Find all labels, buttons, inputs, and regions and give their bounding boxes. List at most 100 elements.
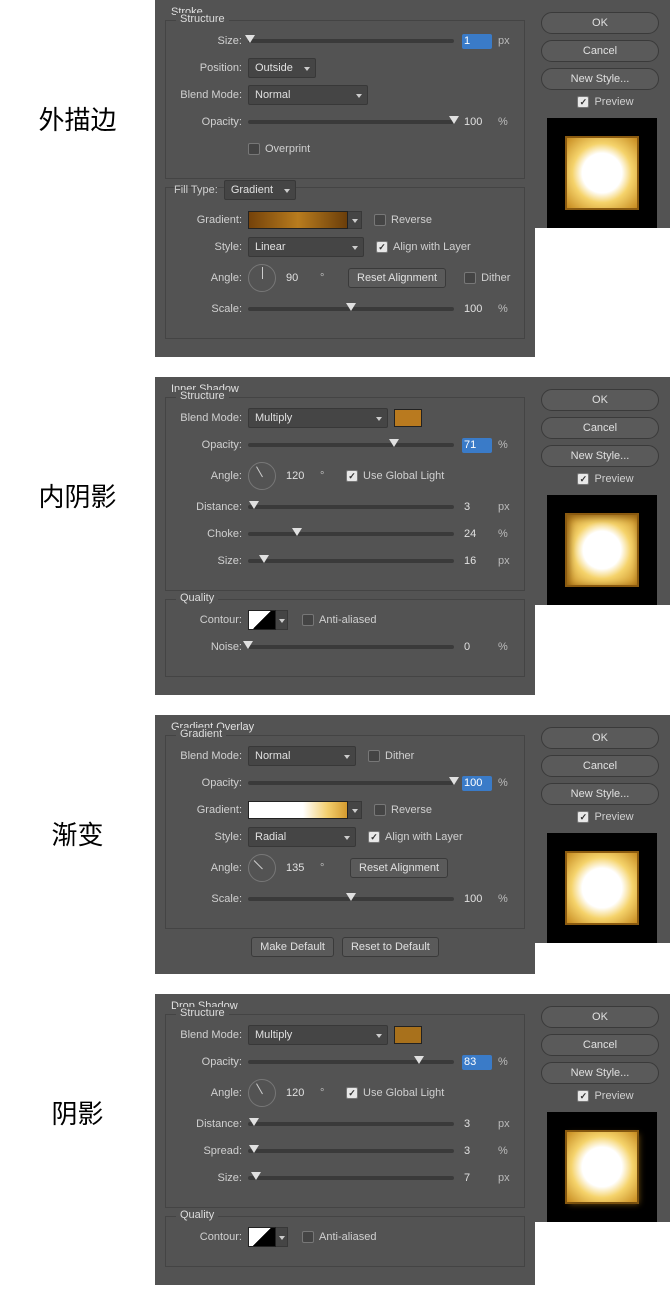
preview-checkbox[interactable] <box>577 1090 589 1102</box>
angle-dial[interactable] <box>248 854 276 882</box>
reverse-checkbox[interactable] <box>374 804 386 816</box>
make-default-button[interactable]: Make Default <box>251 937 334 957</box>
preview-checkbox[interactable] <box>577 473 589 485</box>
dither-checkbox[interactable] <box>368 750 380 762</box>
size-field[interactable]: 7 <box>462 1171 492 1186</box>
new-style-button[interactable]: New Style... <box>541 445 659 467</box>
new-style-button[interactable]: New Style... <box>541 68 659 90</box>
choke-slider[interactable] <box>248 532 454 536</box>
opacity-slider[interactable] <box>248 781 454 785</box>
opacity-field[interactable]: 100 <box>462 115 492 130</box>
opacity-slider[interactable] <box>248 1060 454 1064</box>
opacity-field[interactable]: 83 <box>462 1055 492 1070</box>
opacity-slider[interactable] <box>248 443 454 447</box>
blend-select[interactable]: Normal <box>248 746 356 766</box>
opacity-field[interactable]: 100 <box>462 776 492 791</box>
align-checkbox[interactable] <box>376 241 388 253</box>
angle-field[interactable]: 120 <box>284 469 314 484</box>
inner-shadow-panel: Inner Shadow Structure Blend Mode: Multi… <box>155 377 535 695</box>
style-select[interactable]: Radial <box>248 827 356 847</box>
new-style-button[interactable]: New Style... <box>541 1062 659 1084</box>
angle-field[interactable]: 90 <box>284 271 314 286</box>
gradient-swatch[interactable] <box>248 801 348 819</box>
cancel-button[interactable]: Cancel <box>541 417 659 439</box>
reset-default-button[interactable]: Reset to Default <box>342 937 439 957</box>
preview-label: Preview <box>594 811 633 823</box>
global-light-checkbox[interactable] <box>346 470 358 482</box>
reset-align-button[interactable]: Reset Alignment <box>348 268 446 288</box>
size-field[interactable]: 1 <box>462 34 492 49</box>
gradient-dropdown[interactable] <box>348 801 362 819</box>
angle-dial[interactable] <box>248 264 276 292</box>
angle-field[interactable]: 135 <box>284 861 314 876</box>
gradient-swatch[interactable] <box>248 211 348 229</box>
filltype-select[interactable]: Gradient <box>224 180 296 200</box>
ok-button[interactable]: OK <box>541 1006 659 1028</box>
opacity-label: Opacity: <box>174 777 248 789</box>
spread-field[interactable]: 3 <box>462 1144 492 1159</box>
scale-field[interactable]: 100 <box>462 302 492 317</box>
reset-align-button[interactable]: Reset Alignment <box>350 858 448 878</box>
color-swatch[interactable] <box>394 409 422 427</box>
new-style-button[interactable]: New Style... <box>541 783 659 805</box>
cancel-button[interactable]: Cancel <box>541 755 659 777</box>
deg-unit: ° <box>320 862 338 874</box>
size-slider[interactable] <box>248 1176 454 1180</box>
reverse-label: Reverse <box>391 214 432 226</box>
blend-select[interactable]: Multiply <box>248 1025 388 1045</box>
contour-swatch[interactable] <box>248 1227 276 1247</box>
contour-swatch[interactable] <box>248 610 276 630</box>
contour-label: Contour: <box>174 1231 248 1243</box>
pct-unit: % <box>498 893 516 905</box>
opacity-field[interactable]: 71 <box>462 438 492 453</box>
contour-dropdown[interactable] <box>276 1227 288 1247</box>
blend-select[interactable]: Multiply <box>248 408 388 428</box>
gradient-dropdown[interactable] <box>348 211 362 229</box>
contour-dropdown[interactable] <box>276 610 288 630</box>
angle-field[interactable]: 120 <box>284 1086 314 1101</box>
style-select[interactable]: Linear <box>248 237 364 257</box>
anti-aliased-checkbox[interactable] <box>302 614 314 626</box>
dither-checkbox[interactable] <box>464 272 476 284</box>
distance-slider[interactable] <box>248 1122 454 1126</box>
position-select[interactable]: Outside <box>248 58 316 78</box>
size-field[interactable]: 16 <box>462 554 492 569</box>
preview-checkbox[interactable] <box>577 811 589 823</box>
size-slider[interactable] <box>248 559 454 563</box>
preview-checkbox[interactable] <box>577 96 589 108</box>
px-unit: px <box>498 35 516 47</box>
blend-label: Blend Mode: <box>174 1029 248 1041</box>
distance-label: Distance: <box>174 501 248 513</box>
distance-field[interactable]: 3 <box>462 1117 492 1132</box>
align-checkbox[interactable] <box>368 831 380 843</box>
reverse-checkbox[interactable] <box>374 214 386 226</box>
dither-label: Dither <box>481 272 510 284</box>
global-light-checkbox[interactable] <box>346 1087 358 1099</box>
ok-button[interactable]: OK <box>541 727 659 749</box>
deg-unit: ° <box>320 1087 338 1099</box>
scale-field[interactable]: 100 <box>462 892 492 907</box>
ok-button[interactable]: OK <box>541 389 659 411</box>
distance-slider[interactable] <box>248 505 454 509</box>
angle-dial[interactable] <box>248 462 276 490</box>
noise-slider[interactable] <box>248 645 454 649</box>
noise-field[interactable]: 0 <box>462 640 492 655</box>
scale-slider[interactable] <box>248 897 454 901</box>
cancel-button[interactable]: Cancel <box>541 40 659 62</box>
distance-field[interactable]: 3 <box>462 500 492 515</box>
size-label: Size: <box>174 555 248 567</box>
color-swatch[interactable] <box>394 1026 422 1044</box>
angle-label: Angle: <box>174 272 248 284</box>
spread-slider[interactable] <box>248 1149 454 1153</box>
angle-dial[interactable] <box>248 1079 276 1107</box>
scale-slider[interactable] <box>248 307 454 311</box>
gradient-label: Gradient: <box>174 214 248 226</box>
ok-button[interactable]: OK <box>541 12 659 34</box>
cancel-button[interactable]: Cancel <box>541 1034 659 1056</box>
opacity-slider[interactable] <box>248 120 454 124</box>
blend-select[interactable]: Normal <box>248 85 368 105</box>
overprint-checkbox[interactable] <box>248 143 260 155</box>
size-slider[interactable] <box>248 39 454 43</box>
choke-field[interactable]: 24 <box>462 527 492 542</box>
anti-aliased-checkbox[interactable] <box>302 1231 314 1243</box>
